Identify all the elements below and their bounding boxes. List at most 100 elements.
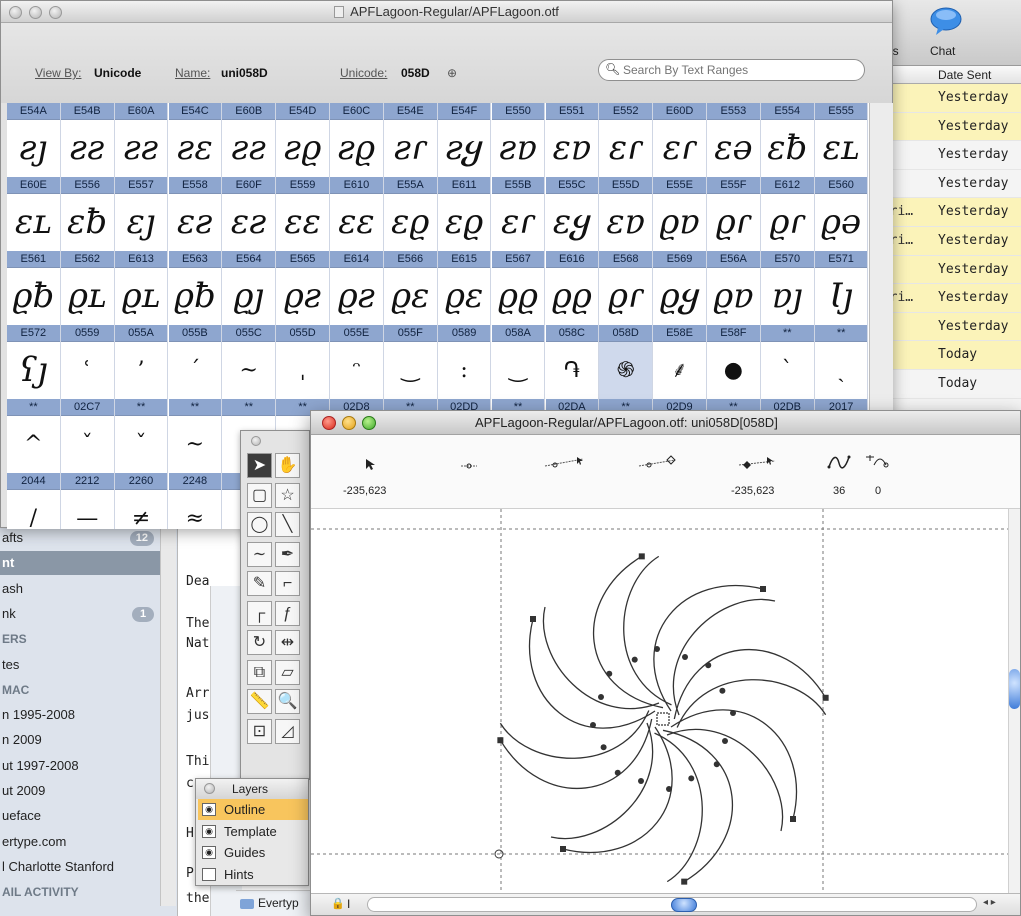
glyph-cell[interactable]: E614 ϱƨ: [330, 251, 384, 325]
glyph-cell[interactable]: ** ˇ: [114, 399, 169, 473]
ruler-tool-icon[interactable]: 📏: [247, 689, 272, 714]
glyph-cell[interactable]: 2212 —: [60, 473, 115, 529]
visibility-eye-icon[interactable]: [202, 867, 216, 881]
curve-tool-icon[interactable]: ∼: [247, 541, 272, 567]
glyph-cell[interactable]: 055A ’: [114, 325, 169, 399]
glyph-cell[interactable]: E55E ϱɐ: [653, 177, 707, 251]
pencil-tool-icon[interactable]: ✎: [247, 571, 272, 596]
glyph-cell[interactable]: ** ^: [7, 399, 61, 473]
star-tool-icon[interactable]: ☆: [275, 482, 300, 508]
perspective-tool-icon[interactable]: ⊡: [247, 718, 272, 744]
glyph-cell[interactable]: E60D ɛɾ: [653, 103, 707, 177]
glyph-cell[interactable]: 0559 ʿ: [60, 325, 115, 399]
glyph-cell[interactable]: E551 ɛɐ: [545, 103, 600, 177]
text-cursor-icon[interactable]: I: [347, 897, 350, 911]
pen-tool-icon[interactable]: ✒: [275, 541, 300, 567]
glyph-cell[interactable]: E55B ɛɾ: [491, 177, 546, 251]
glyph-cell[interactable]: E615 ϱɛ: [437, 251, 492, 325]
scroll-arrows-icon[interactable]: ◂ ▸: [983, 897, 996, 908]
glyph-cell[interactable]: 058D ֍: [599, 325, 654, 399]
line-tool-icon[interactable]: ╲: [275, 512, 300, 537]
glyph-cell[interactable]: ** ~: [168, 399, 223, 473]
glyph-cell[interactable]: E552 ɛɾ: [599, 103, 654, 177]
chat-button-label[interactable]: Chat: [930, 44, 955, 58]
view-by-value[interactable]: Unicode: [94, 66, 141, 80]
glyph-cell[interactable]: 055C ~: [222, 325, 277, 399]
glyph-cell[interactable]: 058A ‿: [491, 325, 546, 399]
sidebar-item[interactable]: n 1995-2008: [0, 703, 176, 727]
sidebar-item[interactable]: afts 12: [0, 526, 176, 550]
layer-row-outline[interactable]: ◉ Outline: [198, 799, 308, 820]
sidebar-item[interactable]: ash: [0, 577, 176, 601]
glyph-cell[interactable]: 0589:: [437, 325, 492, 399]
glyph-window-titlebar[interactable]: APFLagoon-Regular/APFLagoon.otf: uni058D…: [311, 411, 1020, 435]
sidebar-item[interactable]: n 2009: [0, 728, 176, 752]
glyph-cell[interactable]: 055E ᵔ: [330, 325, 384, 399]
glyph-cell[interactable]: E555 ɛʟ: [814, 103, 869, 177]
glyph-cell[interactable]: E55D ɛɐ: [599, 177, 654, 251]
layer-row-hints[interactable]: Hints: [198, 864, 308, 885]
glyph-cell[interactable]: E54D ƨϱ: [276, 103, 330, 177]
glyph-cell[interactable]: E58E ⸙: [653, 325, 707, 399]
ellipse-tool-icon[interactable]: ◯: [247, 512, 272, 537]
visibility-eye-icon[interactable]: ◉: [202, 824, 216, 838]
glyph-cell[interactable]: E616 ϱϱ: [545, 251, 600, 325]
corner-tool-icon[interactable]: ⌐: [275, 571, 300, 596]
glyph-cell[interactable]: E566 ϱɛ: [383, 251, 438, 325]
glyph-cell[interactable]: E559 ɛɛ: [276, 177, 330, 251]
glyph-cell[interactable]: E612 ϱɾ: [760, 177, 815, 251]
view-by-label[interactable]: View By:: [35, 66, 81, 80]
glyph-cell[interactable]: E550 ƨɐ: [491, 103, 546, 177]
visibility-eye-icon[interactable]: ◉: [202, 846, 216, 859]
glyph-cell[interactable]: E556 ɛƀ: [60, 177, 115, 251]
zoom-button[interactable]: [362, 416, 376, 430]
glyph-cell[interactable]: E561 ϱƀ: [7, 251, 61, 325]
sidebar-item[interactable]: l Charlotte Stanford: [0, 855, 176, 879]
glyph-cell[interactable]: E60A ƨƨ: [114, 103, 169, 177]
glyph-cell[interactable]: E567 ϱϱ: [491, 251, 546, 325]
glyph-cell[interactable]: ** ˏ: [814, 325, 869, 399]
glyph-cell[interactable]: 2044 /: [7, 473, 61, 529]
rect-tool-icon[interactable]: ▢: [247, 482, 272, 508]
glyph-cell[interactable]: ** ˋ: [760, 325, 815, 399]
glyph-cell[interactable]: E55C ɛყ: [545, 177, 600, 251]
palette-close-button[interactable]: [251, 436, 261, 446]
layer-row-template[interactable]: ◉ Template: [198, 821, 308, 842]
knife-tool-icon[interactable]: ◿: [275, 718, 300, 744]
tangent-tool-icon[interactable]: ┌: [247, 600, 272, 626]
glyph-cell[interactable]: E611 ɛϱ: [437, 177, 492, 251]
glyph-cell[interactable]: 058C ֏: [545, 325, 600, 399]
glyph-cell[interactable]: E60F ɛƨ: [222, 177, 277, 251]
glyph-cell[interactable]: E60C ƨϱ: [330, 103, 384, 177]
glyph-cell[interactable]: E54F ƨყ: [437, 103, 492, 177]
font-window-titlebar[interactable]: APFLagoon-Regular/APFLagoon.otf: [1, 1, 892, 23]
glyph-cell[interactable]: E54B ƨƨ: [60, 103, 115, 177]
sidebar-item[interactable]: ut 2009: [0, 779, 176, 803]
flip-tool-icon[interactable]: ⇹: [275, 630, 300, 655]
glyph-cell[interactable]: E571 Ꙇȷ: [814, 251, 869, 325]
sidebar-item[interactable]: tes: [0, 653, 176, 677]
sidebar-item[interactable]: nk 1: [0, 602, 176, 626]
glyph-cell[interactable]: E55A ɛϱ: [383, 177, 438, 251]
visibility-eye-icon[interactable]: ◉: [202, 803, 216, 816]
vertical-scroll-thumb[interactable]: [1009, 669, 1020, 709]
glyph-cell[interactable]: E564 ϱȷ: [222, 251, 277, 325]
glyph-cell[interactable]: 055F ‿: [383, 325, 438, 399]
glyph-cell[interactable]: E572 ʕȷ: [7, 325, 61, 399]
glyph-cell[interactable]: E613 ϱʟ: [114, 251, 169, 325]
glyph-cell[interactable]: E570 ɐȷ: [760, 251, 815, 325]
sidebar-item[interactable]: ut 1997-2008: [0, 754, 176, 778]
rotate-tool-icon[interactable]: ↻: [247, 630, 272, 655]
glyph-cell[interactable]: E560 ϱə: [814, 177, 869, 251]
glyph-cell[interactable]: E565 ϱƨ: [276, 251, 330, 325]
curve-point-tool-icon[interactable]: ƒ: [275, 600, 300, 626]
horizontal-scroll-thumb[interactable]: [671, 898, 697, 912]
folder-item-evertype[interactable]: Evertyp: [236, 890, 316, 916]
glyph-cell[interactable]: 02C7 ˇ: [60, 399, 115, 473]
glyph-cell[interactable]: 055B ˊ: [168, 325, 223, 399]
column-header-date-sent[interactable]: Date Sent: [938, 68, 991, 82]
zoom-button[interactable]: [49, 6, 62, 19]
glyph-cell[interactable]: E557 ɛȷ: [114, 177, 169, 251]
glyph-cell[interactable]: E58F ●: [707, 325, 761, 399]
add-icon[interactable]: ⊕: [447, 66, 457, 80]
